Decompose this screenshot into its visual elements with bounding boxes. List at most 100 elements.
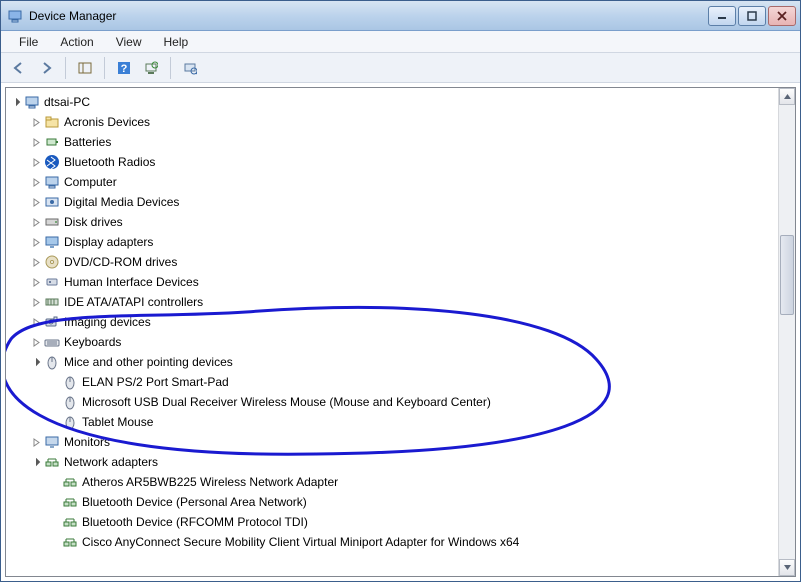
- expand-icon[interactable]: [30, 196, 42, 208]
- disk-icon: [44, 214, 60, 230]
- collapse-icon[interactable]: [30, 356, 42, 368]
- tree-category[interactable]: Acronis Devices: [10, 112, 778, 132]
- expand-icon[interactable]: [30, 316, 42, 328]
- camera-icon: [44, 314, 60, 330]
- close-button[interactable]: [768, 6, 796, 26]
- tree-device[interactable]: Bluetooth Device (Personal Area Network): [10, 492, 778, 512]
- expand-icon[interactable]: [30, 156, 42, 168]
- category-label: Human Interface Devices: [64, 275, 199, 289]
- app-icon: [7, 8, 23, 24]
- root-label: dtsai-PC: [44, 95, 90, 109]
- category-label: Imaging devices: [64, 315, 151, 329]
- device-label: ELAN PS/2 Port Smart-Pad: [82, 375, 229, 389]
- device-label: Microsoft USB Dual Receiver Wireless Mou…: [82, 395, 491, 409]
- media-icon: [44, 194, 60, 210]
- tree-category[interactable]: Disk drives: [10, 212, 778, 232]
- toolbar-separator: [170, 57, 171, 79]
- expand-icon[interactable]: [30, 256, 42, 268]
- network-icon: [62, 474, 78, 490]
- mouse-icon: [44, 354, 60, 370]
- tree-category[interactable]: DVD/CD-ROM drives: [10, 252, 778, 272]
- keyboard-icon: [44, 334, 60, 350]
- tree-category[interactable]: Bluetooth Radios: [10, 152, 778, 172]
- device-label: Atheros AR5BWB225 Wireless Network Adapt…: [82, 475, 338, 489]
- forward-button[interactable]: [34, 56, 58, 80]
- tree-device[interactable]: Cisco AnyConnect Secure Mobility Client …: [10, 532, 778, 552]
- category-label: Keyboards: [64, 335, 121, 349]
- category-label: Acronis Devices: [64, 115, 150, 129]
- mouse-icon: [62, 394, 78, 410]
- expand-icon[interactable]: [30, 436, 42, 448]
- scroll-track[interactable]: [779, 105, 795, 559]
- expand-icon[interactable]: [30, 276, 42, 288]
- device-manager-window: Device Manager File Action View Help ? d…: [0, 0, 801, 582]
- tree-root[interactable]: dtsai-PC: [10, 92, 778, 112]
- menu-file[interactable]: File: [9, 33, 48, 51]
- device-label: Bluetooth Device (RFCOMM Protocol TDI): [82, 515, 308, 529]
- expand-icon[interactable]: [30, 116, 42, 128]
- tree-device[interactable]: Microsoft USB Dual Receiver Wireless Mou…: [10, 392, 778, 412]
- properties-button[interactable]: [178, 56, 202, 80]
- scan-hardware-button[interactable]: [139, 56, 163, 80]
- tree-device[interactable]: Bluetooth Device (RFCOMM Protocol TDI): [10, 512, 778, 532]
- menu-view[interactable]: View: [106, 33, 152, 51]
- show-hide-console-button[interactable]: [73, 56, 97, 80]
- expand-icon[interactable]: [30, 236, 42, 248]
- network-icon: [62, 514, 78, 530]
- menu-action[interactable]: Action: [50, 33, 103, 51]
- device-label: Cisco AnyConnect Secure Mobility Client …: [82, 535, 519, 549]
- category-label: Display adapters: [64, 235, 153, 249]
- category-label: Network adapters: [64, 455, 158, 469]
- menu-help[interactable]: Help: [154, 33, 199, 51]
- tree-category[interactable]: Mice and other pointing devices: [10, 352, 778, 372]
- tree-device[interactable]: ELAN PS/2 Port Smart-Pad: [10, 372, 778, 392]
- tree-category[interactable]: Monitors: [10, 432, 778, 452]
- menubar: File Action View Help: [1, 31, 800, 53]
- scroll-up-button[interactable]: [779, 88, 795, 105]
- collapse-icon[interactable]: [30, 456, 42, 468]
- scroll-thumb[interactable]: [780, 235, 794, 315]
- window-title: Device Manager: [29, 9, 708, 23]
- mouse-icon: [62, 374, 78, 390]
- tree-category[interactable]: IDE ATA/ATAPI controllers: [10, 292, 778, 312]
- tree-category[interactable]: Computer: [10, 172, 778, 192]
- tree-category[interactable]: Imaging devices: [10, 312, 778, 332]
- device-tree[interactable]: dtsai-PC Acronis Devices Batteries Bluetoot…: [6, 88, 778, 576]
- window-controls: [708, 6, 796, 26]
- tree-device[interactable]: Tablet Mouse: [10, 412, 778, 432]
- category-label: DVD/CD-ROM drives: [64, 255, 177, 269]
- back-button[interactable]: [7, 56, 31, 80]
- tree-category[interactable]: Keyboards: [10, 332, 778, 352]
- mouse-icon: [62, 414, 78, 430]
- hid-icon: [44, 274, 60, 290]
- tree-device[interactable]: Atheros AR5BWB225 Wireless Network Adapt…: [10, 472, 778, 492]
- toolbar-separator: [104, 57, 105, 79]
- scroll-down-button[interactable]: [779, 559, 795, 576]
- tree-category[interactable]: Display adapters: [10, 232, 778, 252]
- expand-icon[interactable]: [30, 216, 42, 228]
- category-label: Bluetooth Radios: [64, 155, 155, 169]
- device-label: Bluetooth Device (Personal Area Network): [82, 495, 307, 509]
- maximize-button[interactable]: [738, 6, 766, 26]
- svg-text:?: ?: [121, 63, 128, 75]
- display-icon: [44, 234, 60, 250]
- battery-icon: [44, 134, 60, 150]
- vertical-scrollbar[interactable]: [778, 88, 795, 576]
- collapse-icon[interactable]: [10, 96, 22, 108]
- category-label: Digital Media Devices: [64, 195, 179, 209]
- toolbar-separator: [65, 57, 66, 79]
- folder-icon: [44, 114, 60, 130]
- expand-icon[interactable]: [30, 296, 42, 308]
- category-label: Monitors: [64, 435, 110, 449]
- tree-category[interactable]: Digital Media Devices: [10, 192, 778, 212]
- expand-icon[interactable]: [30, 336, 42, 348]
- help-button[interactable]: ?: [112, 56, 136, 80]
- tree-category[interactable]: Batteries: [10, 132, 778, 152]
- tree-category[interactable]: Network adapters: [10, 452, 778, 472]
- tree-category[interactable]: Human Interface Devices: [10, 272, 778, 292]
- minimize-button[interactable]: [708, 6, 736, 26]
- expand-icon[interactable]: [30, 136, 42, 148]
- expand-icon[interactable]: [30, 176, 42, 188]
- content-area: dtsai-PC Acronis Devices Batteries Bluetoot…: [5, 87, 796, 577]
- computer-icon: [24, 94, 40, 110]
